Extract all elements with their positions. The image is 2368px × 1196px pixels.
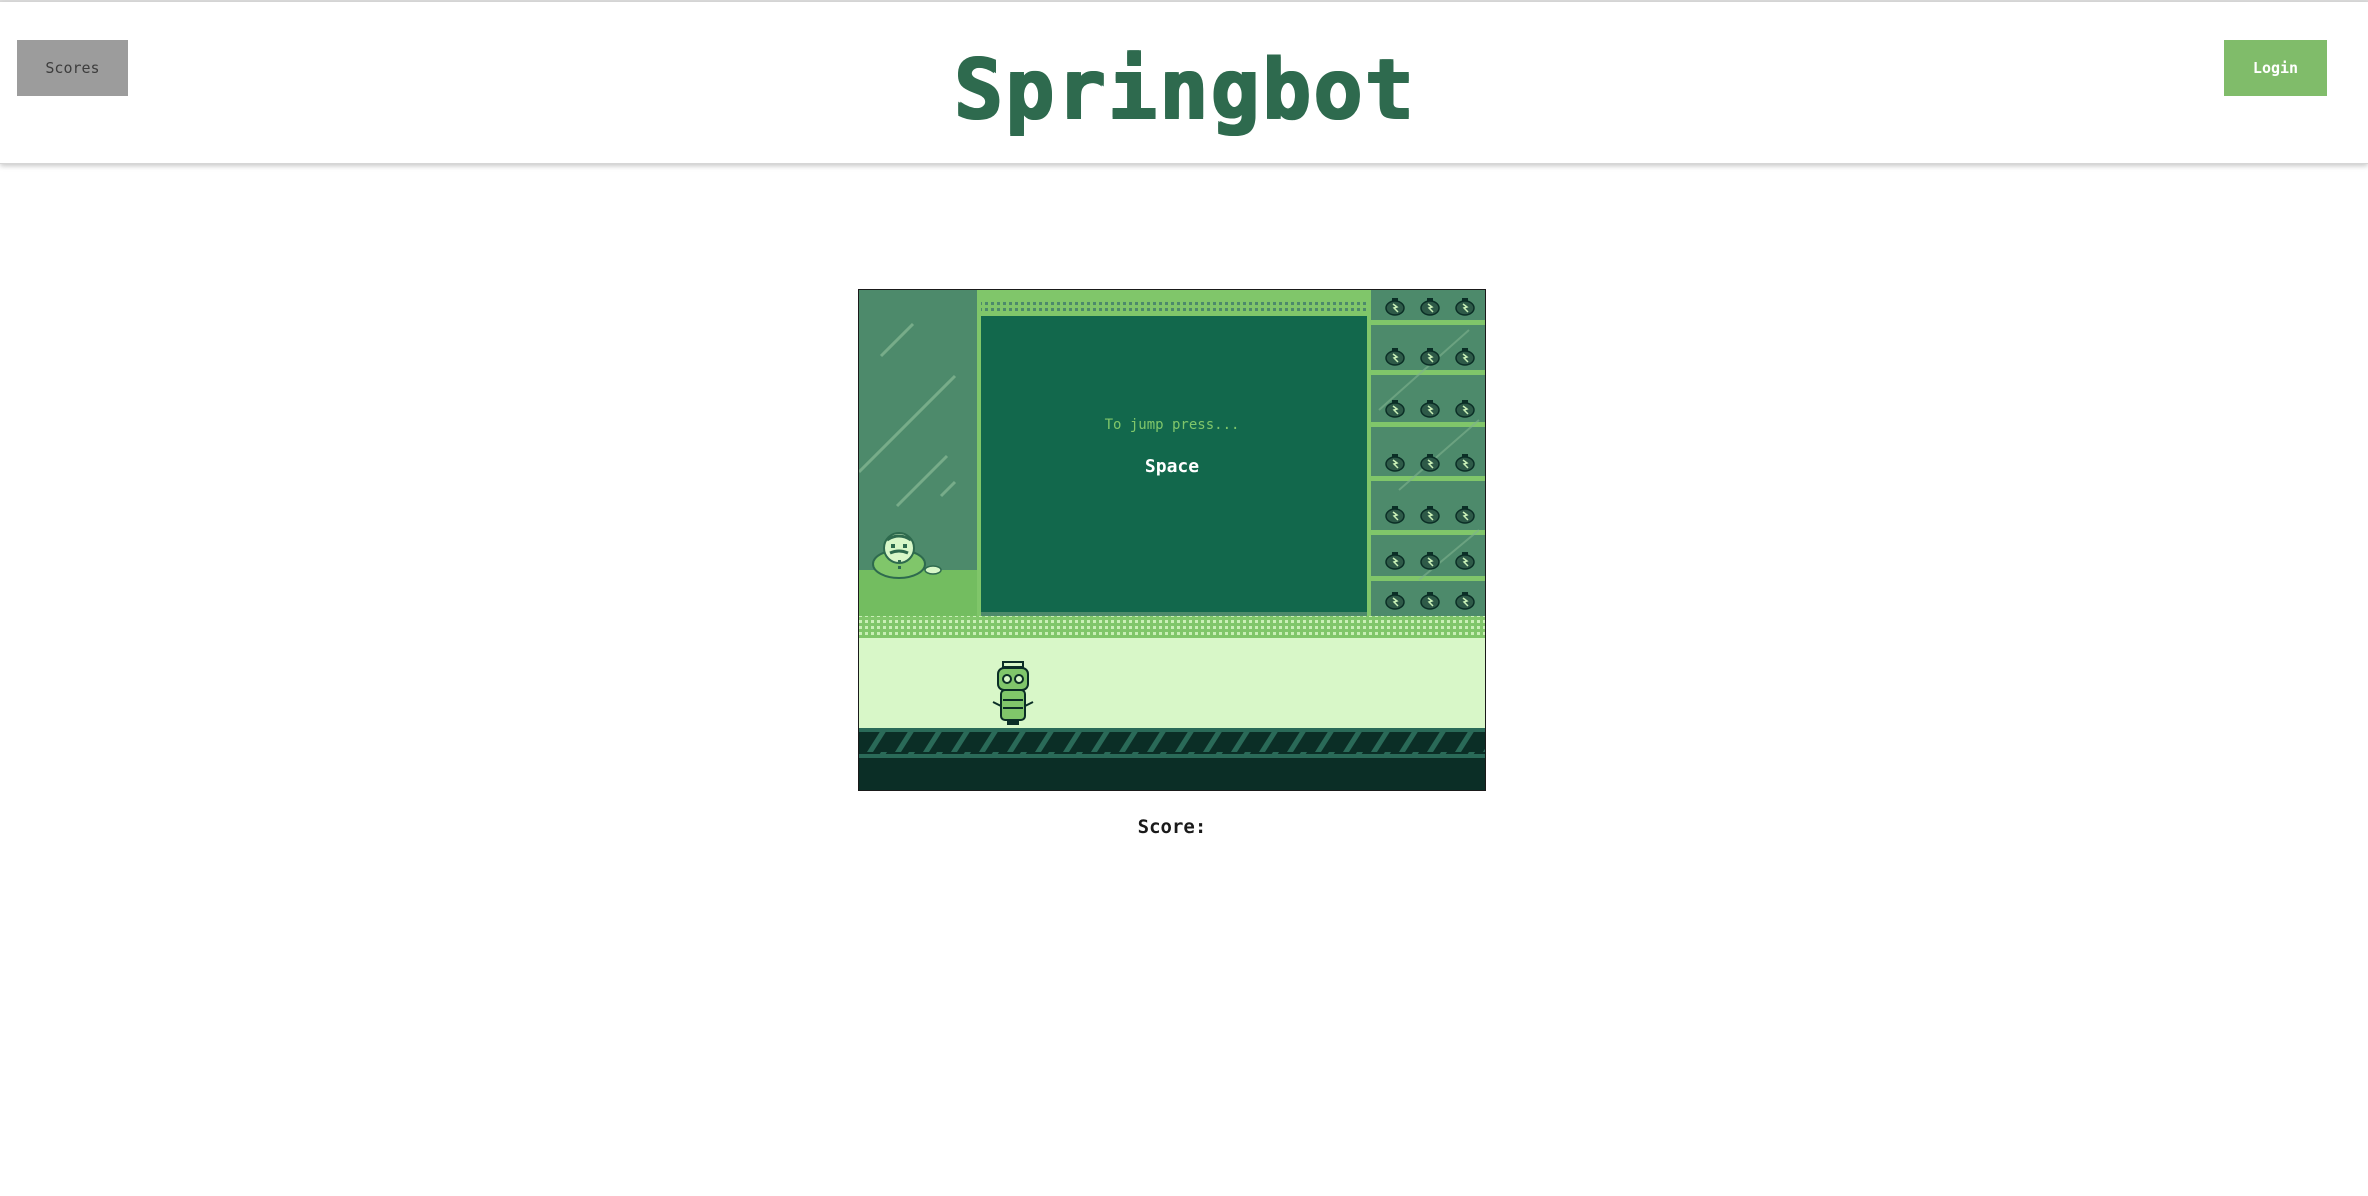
site-title: Springbot	[952, 42, 1416, 137]
shop-counter	[859, 570, 977, 616]
conveyor-belt	[859, 732, 1485, 754]
floor	[859, 638, 1485, 728]
jump-prompt: To jump press...	[1104, 417, 1240, 433]
floor-edge	[859, 616, 1485, 638]
login-button[interactable]: Login	[2224, 40, 2327, 96]
jump-key: Space	[1144, 456, 1200, 477]
conveyor-rail	[859, 728, 1485, 732]
score-display: Score:	[1137, 816, 1207, 838]
shelf-board	[1371, 530, 1485, 535]
shelf-board	[1371, 576, 1485, 581]
top-header: Scores Springbot Login	[0, 2, 2368, 164]
game-scene	[859, 290, 1485, 790]
game-canvas[interactable]: To jump press... Space	[858, 289, 1486, 791]
shelf-board	[1371, 370, 1485, 375]
shelf-board	[1371, 320, 1485, 325]
